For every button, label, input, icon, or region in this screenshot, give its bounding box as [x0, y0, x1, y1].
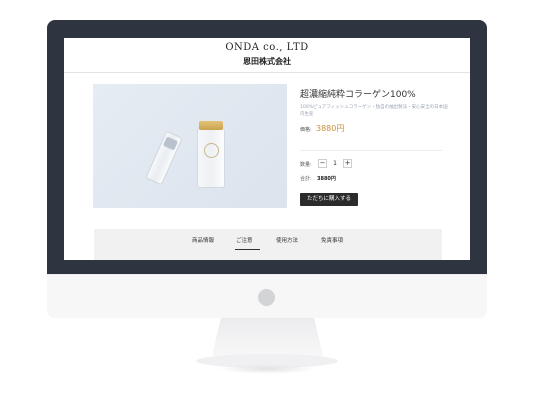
small-vial-icon	[145, 130, 183, 186]
tab-disclaimer[interactable]: 免責事項	[321, 236, 343, 244]
tab-product-info[interactable]: 商品情報	[192, 236, 214, 244]
vial-cap	[162, 136, 179, 151]
product-tabs: 商品情報 ご注意 使用方法 免責事項	[94, 229, 442, 260]
monitor-chin	[47, 274, 487, 318]
stand-shadow	[218, 364, 316, 374]
price-value: 3880円	[316, 124, 345, 133]
vial-emblem-icon	[204, 143, 219, 158]
brand-logo-english[interactable]: ONDA co., LTD	[64, 42, 470, 53]
webpage-screen: ONDA co., LTD 恩田株式会社 超濃縮純粋コラーゲン100% 100%…	[64, 38, 470, 260]
total-label: 合計:	[300, 176, 312, 182]
quantity-increase-button[interactable]: +	[343, 159, 352, 168]
monitor-stand-neck	[212, 318, 323, 356]
site-header: ONDA co., LTD 恩田株式会社	[64, 38, 470, 73]
gold-cap	[199, 121, 223, 130]
divider	[300, 150, 442, 151]
product-title: 超濃縮純粋コラーゲン100%	[300, 90, 416, 100]
product-description: 100%ピュアフィッシュコラーゲン・独自の抽出製法・安心安全の日本国内生産	[300, 105, 448, 117]
price-label: 価格:	[300, 127, 312, 133]
buy-now-button[interactable]: ただちに購入する	[300, 193, 358, 206]
tab-caution[interactable]: ご注意	[236, 236, 253, 244]
gold-cap-vial-icon	[197, 121, 225, 188]
quantity-label: 数量:	[300, 162, 312, 168]
active-tab-indicator	[235, 249, 260, 250]
quantity-input[interactable]: 1	[328, 159, 342, 168]
brand-logo-japanese[interactable]: 恩田株式会社	[64, 56, 470, 67]
tab-usage[interactable]: 使用方法	[276, 236, 298, 244]
total-value: 3880円	[317, 176, 336, 182]
product-image	[93, 84, 287, 208]
quantity-decrease-button[interactable]: −	[318, 159, 327, 168]
power-button-icon	[258, 289, 275, 306]
